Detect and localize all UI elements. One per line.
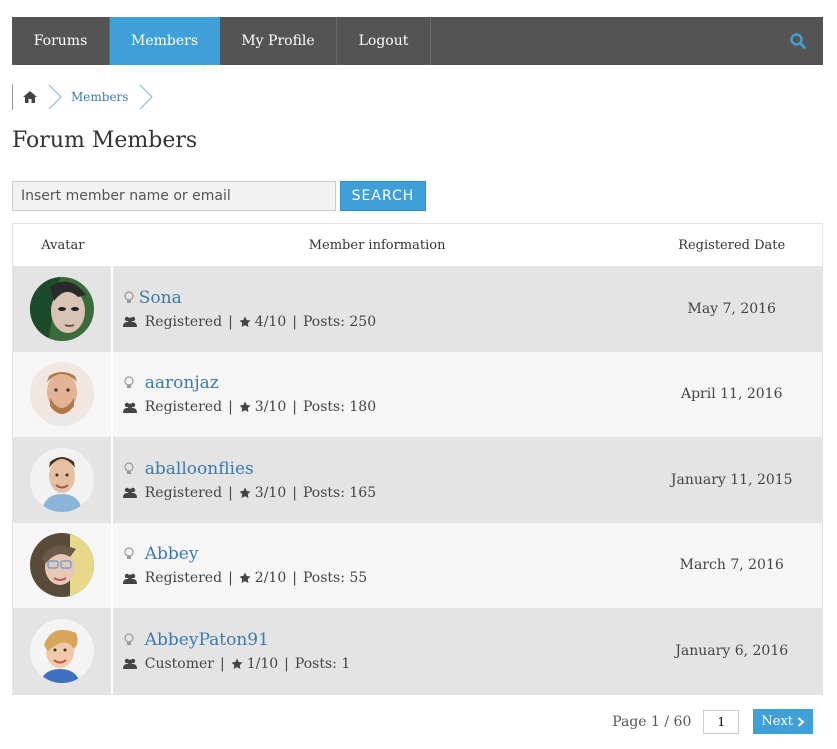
- member-posts: Posts: 55: [302, 570, 368, 587]
- star-icon: [231, 658, 243, 669]
- next-page-label: Next: [761, 714, 793, 729]
- pagination: Page 1 / 60 Next: [612, 709, 813, 734]
- star-icon: [239, 572, 251, 584]
- breadcrumb-home[interactable]: [13, 84, 47, 110]
- member-name-link[interactable]: aballoonflies: [145, 459, 254, 479]
- member-rating: 3/10: [254, 484, 287, 501]
- member-role: Registered: [144, 570, 223, 587]
- lightbulb-icon: [124, 547, 134, 560]
- member-role: Customer: [144, 655, 214, 672]
- header-avatar: Avatar: [41, 237, 85, 253]
- breadcrumb: Members: [12, 84, 154, 110]
- member-name-link[interactable]: Sona: [139, 288, 182, 308]
- table-row: AbbeyPaton91 Customer | 1/10 | Posts: 1 …: [13, 608, 822, 694]
- registered-date: January 11, 2015: [670, 471, 793, 488]
- nav-item-my-profile[interactable]: My Profile: [220, 17, 337, 65]
- users-icon: [122, 573, 137, 584]
- table-row: aballoonflies Registered | 3/10 | Posts:…: [13, 437, 822, 523]
- header-registered-date: Registered Date: [678, 237, 786, 253]
- table-header: Avatar Member information Registered Dat…: [13, 224, 822, 266]
- member-rating: 4/10: [254, 313, 287, 330]
- lightbulb-icon: [124, 291, 134, 303]
- breadcrumb-members[interactable]: Members: [63, 90, 138, 104]
- member-role: Registered: [144, 399, 223, 416]
- lightbulb-icon: [124, 376, 134, 389]
- nav-item-members[interactable]: Members: [110, 17, 220, 65]
- member-role: Registered: [144, 484, 223, 501]
- main-nav: Forums Members My Profile Logout: [12, 17, 823, 65]
- star-icon: [239, 401, 251, 413]
- chevron-right-icon: [797, 716, 805, 727]
- page-indicator: Page 1 / 60: [612, 713, 692, 730]
- avatar[interactable]: [29, 447, 94, 512]
- search-button[interactable]: SEARCH: [340, 181, 426, 211]
- registered-date: April 11, 2016: [680, 386, 783, 403]
- member-name-link[interactable]: Abbey: [145, 544, 199, 564]
- member-rating: 3/10: [254, 399, 287, 416]
- users-icon: [122, 488, 137, 499]
- member-posts: Posts: 165: [302, 484, 377, 501]
- search-icon[interactable]: [789, 32, 807, 50]
- member-role: Registered: [144, 313, 223, 330]
- nav-item-logout[interactable]: Logout: [337, 17, 431, 65]
- member-name-link[interactable]: AbbeyPaton91: [145, 630, 269, 650]
- member-posts: Posts: 180: [302, 399, 377, 416]
- avatar[interactable]: [29, 362, 94, 427]
- next-page-button[interactable]: Next: [753, 709, 813, 734]
- table-row: Sona Registered | 4/10 | Posts: 250 May …: [13, 266, 822, 352]
- header-member-info: Member information: [308, 237, 446, 253]
- table-row: aaronjaz Registered | 3/10 | Posts: 180 …: [13, 351, 822, 437]
- nav-item-forums[interactable]: Forums: [12, 17, 110, 65]
- member-name-link[interactable]: aaronjaz: [145, 373, 219, 393]
- users-icon: [122, 659, 137, 670]
- table-row: Abbey Registered | 2/10 | Posts: 55 Marc…: [13, 522, 822, 608]
- users-icon: [122, 402, 137, 413]
- home-icon: [23, 91, 37, 103]
- chevron-right-icon: [140, 84, 154, 110]
- lightbulb-icon: [124, 462, 134, 474]
- star-icon: [239, 316, 251, 327]
- users-icon: [122, 317, 137, 328]
- page-title: Forum Members: [12, 128, 198, 153]
- member-posts: Posts: 250: [302, 313, 377, 330]
- avatar[interactable]: [29, 276, 94, 341]
- members-table: Avatar Member information Registered Dat…: [12, 223, 823, 695]
- registered-date: May 7, 2016: [687, 300, 776, 317]
- avatar[interactable]: [29, 618, 94, 683]
- star-icon: [239, 487, 251, 498]
- avatar[interactable]: [29, 533, 94, 598]
- registered-date: January 6, 2016: [675, 642, 789, 659]
- chevron-right-icon: [48, 84, 62, 110]
- member-rating: 1/10: [246, 655, 279, 672]
- member-rating: 2/10: [254, 570, 287, 587]
- registered-date: March 7, 2016: [679, 557, 784, 574]
- member-search-input[interactable]: [12, 181, 336, 211]
- lightbulb-icon: [124, 633, 134, 645]
- page-number-input[interactable]: [703, 709, 740, 734]
- member-posts: Posts: 1: [294, 655, 351, 672]
